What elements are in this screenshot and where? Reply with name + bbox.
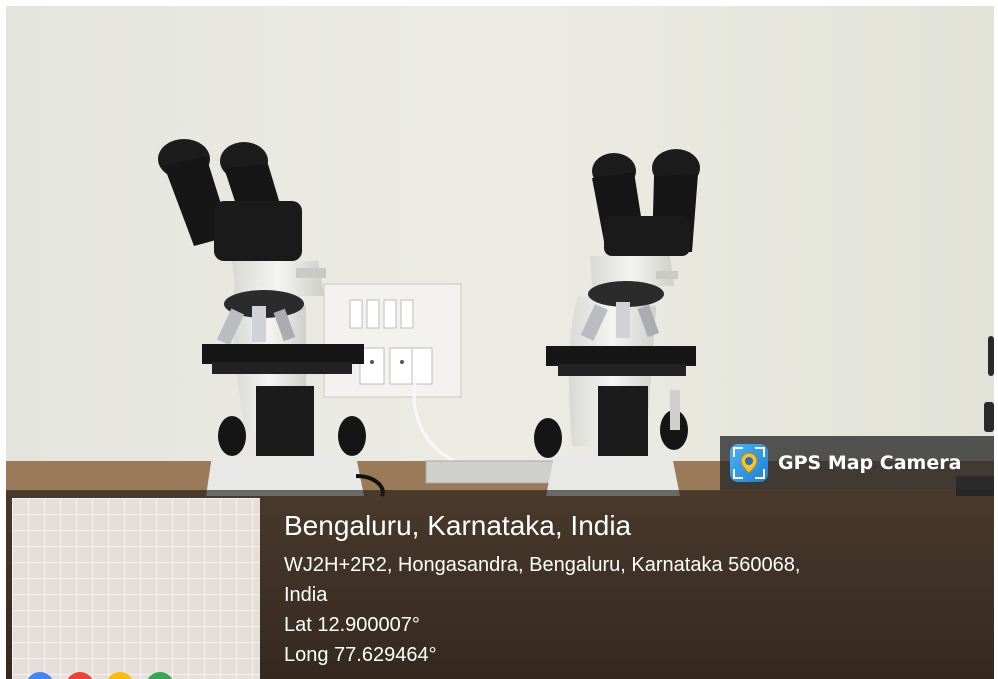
map-thumbnail	[12, 498, 260, 679]
app-name: GPS Map Camera	[778, 452, 962, 474]
location-title: Bengaluru, Karnataka, India	[284, 510, 632, 541]
address-line-2: India	[284, 584, 328, 606]
map-logo-icon	[27, 672, 173, 679]
location-text: Bengaluru, Karnataka, India WJ2H+2R2, Ho…	[284, 508, 800, 670]
wall	[6, 6, 994, 466]
gps-map-camera-logo-icon	[730, 444, 768, 482]
screenshot-frame: GPS Map Camera Bengaluru, Karnataka, Ind…	[0, 0, 998, 679]
location-info-panel: Bengaluru, Karnataka, India WJ2H+2R2, Ho…	[6, 490, 994, 679]
photo: GPS Map Camera Bengaluru, Karnataka, Ind…	[6, 6, 994, 679]
longitude-text: Long 77.629464°	[284, 644, 437, 666]
address-line-1: WJ2H+2R2, Hongasandra, Bengaluru, Karnat…	[284, 554, 801, 576]
gps-map-camera-badge: GPS Map Camera	[720, 436, 994, 490]
tray	[425, 460, 557, 484]
latitude-text: Lat 12.900007°	[284, 614, 420, 636]
